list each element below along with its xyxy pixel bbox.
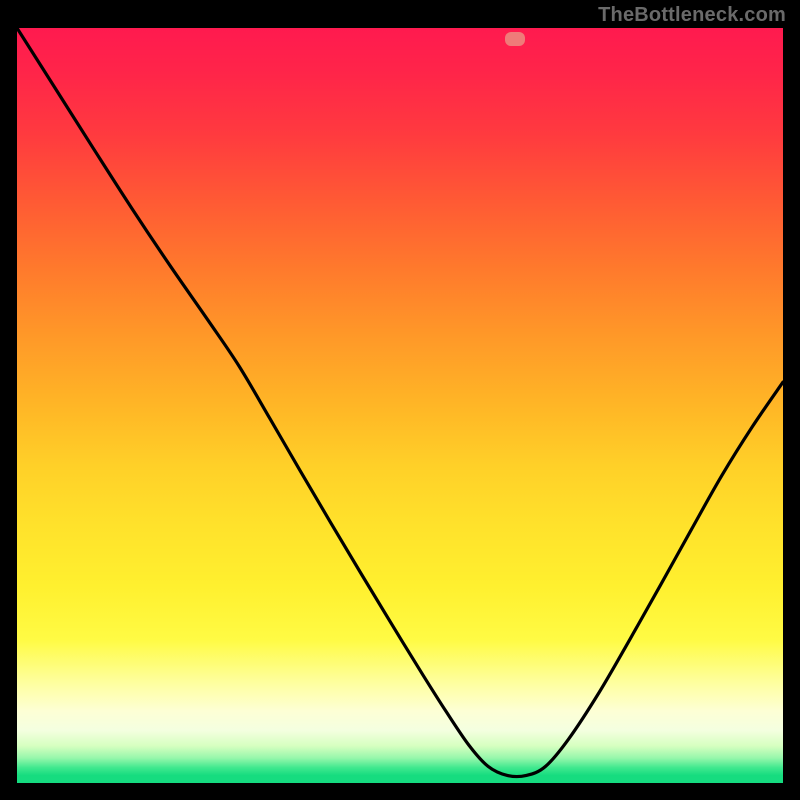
chart-frame: TheBottleneck.com [0,0,800,800]
curve-line [17,28,783,783]
watermark-text: TheBottleneck.com [598,4,786,27]
optimum-marker [505,32,525,46]
plot-area [17,28,783,783]
